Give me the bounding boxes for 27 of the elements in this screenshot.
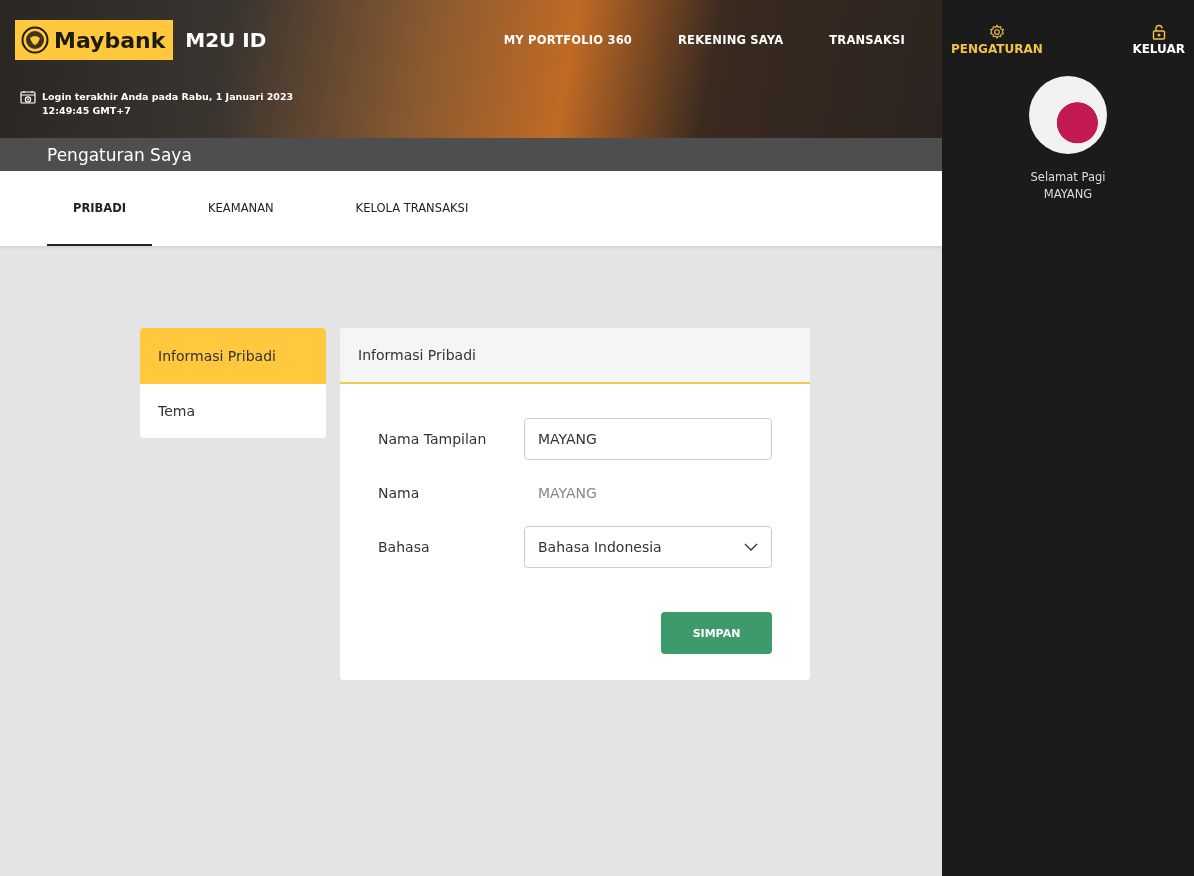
greeting-text: Selamat Pagi [1030, 170, 1106, 184]
settings-icon [988, 24, 1005, 40]
nav-link[interactable]: TRANSAKSI [829, 33, 905, 47]
logo-text: Maybank [54, 27, 166, 53]
product-name: M2U ID [185, 28, 267, 52]
tab[interactable]: KEAMANAN [182, 171, 300, 246]
input-field[interactable]: MAYANG [524, 418, 772, 460]
logout-link[interactable]: KELUAR [1132, 24, 1185, 56]
menu-item[interactable]: Informasi Pribadi [140, 328, 326, 384]
padlock-icon [1151, 24, 1166, 40]
field-label: Bahasa [378, 539, 431, 555]
settings-link[interactable]: PENGATURAN [951, 24, 1043, 56]
tab[interactable]: PRIBADI [47, 171, 153, 246]
field-label: Nama [378, 485, 421, 501]
chevron-down-icon [744, 543, 758, 551]
tab[interactable]: KELOLA TRANSAKSI [329, 171, 495, 246]
nav-link[interactable]: REKENING SAYA [678, 33, 784, 47]
user-name: MAYANG [1043, 187, 1093, 201]
calendar-clock-icon [20, 90, 36, 105]
bank-logo[interactable]: Maybank [15, 20, 174, 60]
page-title: Pengaturan Saya [47, 144, 192, 165]
field-value: MAYANG [537, 485, 597, 501]
card-title: Informasi Pribadi [340, 328, 810, 384]
last-login-text: Login terakhir Anda pada Rabu, 1 Januari 2023 12:49:45 GMT+7 [42, 90, 295, 118]
nav-link[interactable]: MY PORTFOLIO 360 [503, 33, 633, 47]
field-label: Nama Tampilan [378, 431, 488, 447]
language-dropdown[interactable]: Bahasa Indonesia [524, 526, 772, 568]
